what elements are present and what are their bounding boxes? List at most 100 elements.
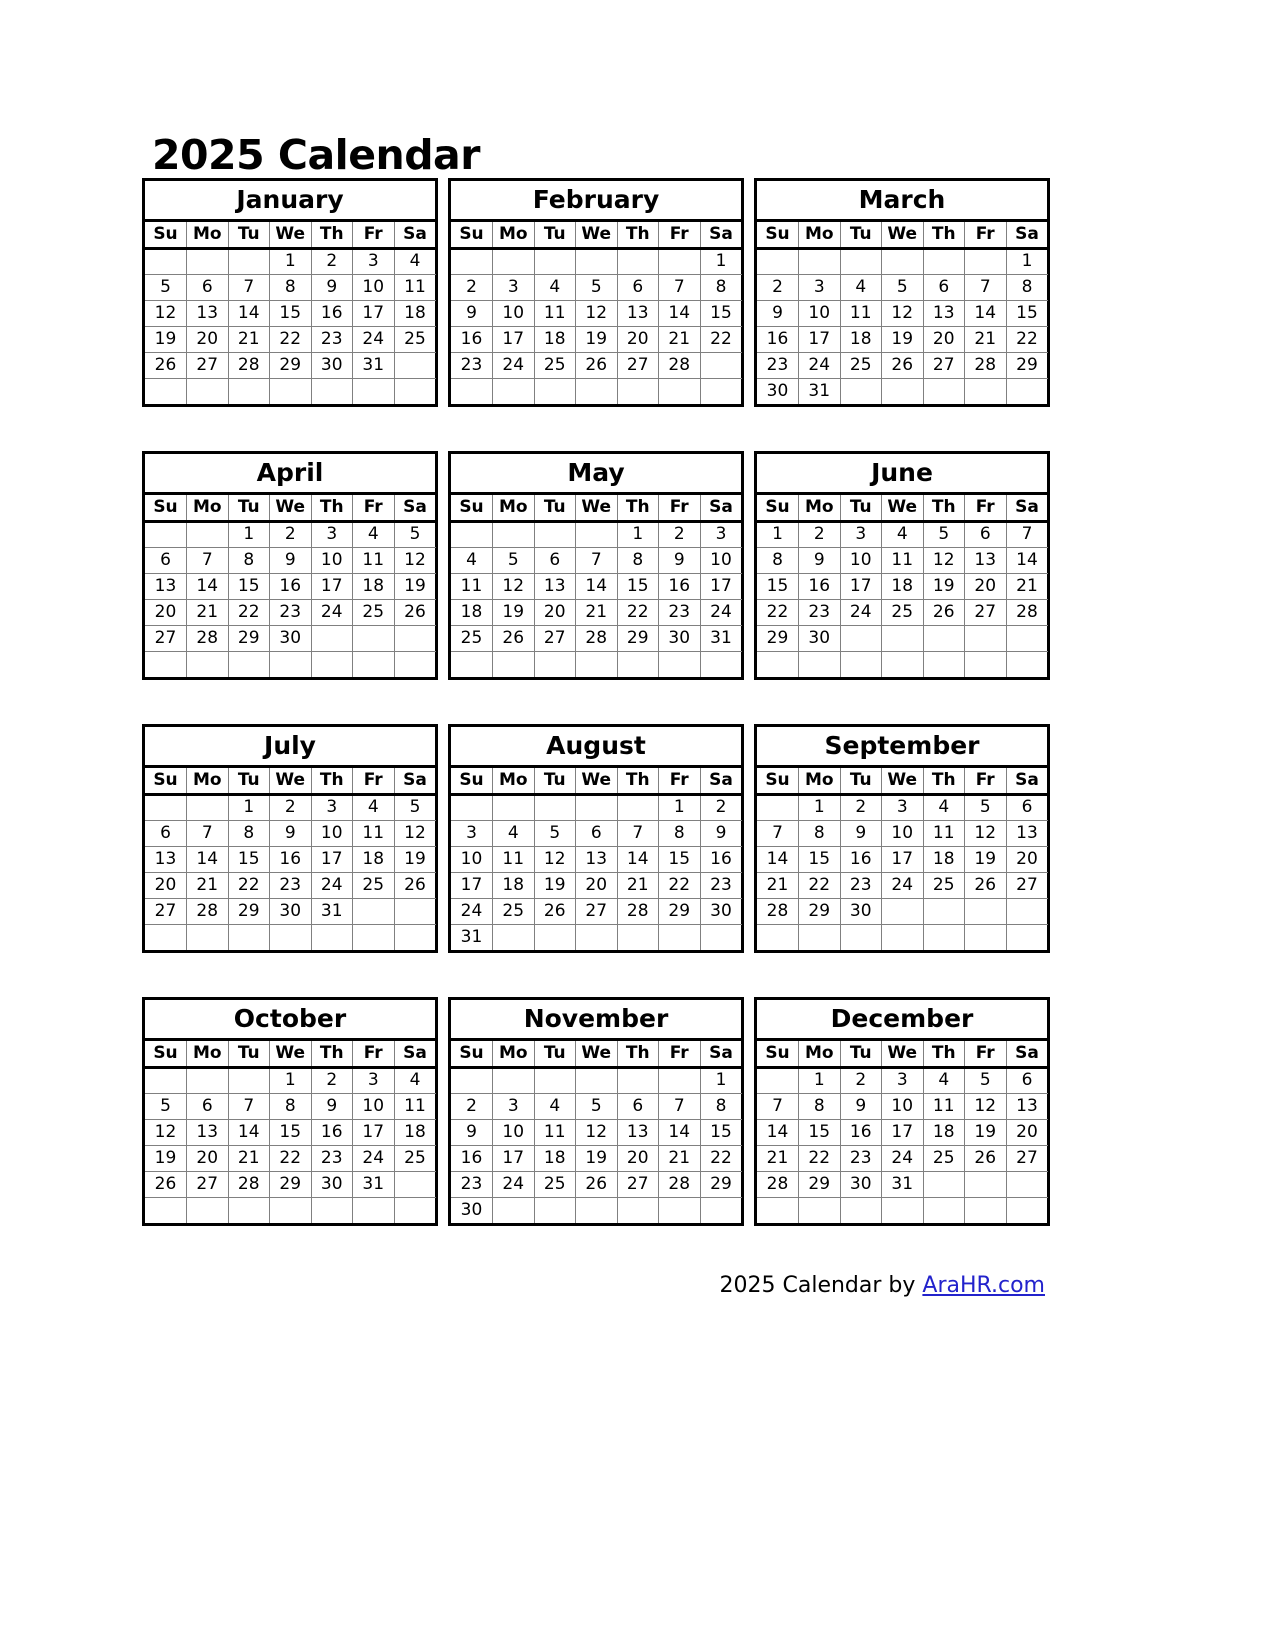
day-cell[interactable]: 22 xyxy=(757,598,799,626)
day-cell[interactable]: 13 xyxy=(1005,819,1048,847)
day-cell[interactable]: 18 xyxy=(492,871,535,899)
day-cell[interactable]: 8 xyxy=(227,546,270,574)
day-cell[interactable]: 18 xyxy=(839,325,882,353)
day-cell[interactable]: 14 xyxy=(186,845,229,873)
day-cell[interactable]: 17 xyxy=(492,1144,535,1172)
day-cell[interactable]: 15 xyxy=(757,572,799,600)
day-cell[interactable]: 17 xyxy=(881,845,924,873)
day-cell[interactable]: 21 xyxy=(757,871,799,899)
day-cell[interactable]: 13 xyxy=(1005,1092,1048,1120)
day-cell[interactable]: 3 xyxy=(310,793,353,821)
day-cell[interactable]: 12 xyxy=(533,845,576,873)
day-cell[interactable]: 24 xyxy=(310,871,353,899)
day-cell[interactable]: 17 xyxy=(310,572,353,600)
day-cell[interactable]: 31 xyxy=(352,351,395,379)
day-cell[interactable]: 21 xyxy=(757,1144,799,1172)
day-cell[interactable]: 2 xyxy=(310,247,353,275)
day-cell[interactable]: 5 xyxy=(492,546,535,574)
arahr-link[interactable]: AraHR.com xyxy=(922,1273,1045,1298)
day-cell[interactable]: 19 xyxy=(145,1144,187,1172)
day-cell[interactable]: 15 xyxy=(699,299,742,327)
day-cell[interactable]: 5 xyxy=(881,273,924,301)
day-cell[interactable]: 11 xyxy=(922,819,965,847)
day-cell[interactable]: 10 xyxy=(699,546,742,574)
day-cell[interactable]: 31 xyxy=(451,923,493,950)
day-cell[interactable]: 27 xyxy=(145,624,187,652)
day-cell[interactable]: 14 xyxy=(616,845,659,873)
day-cell[interactable]: 1 xyxy=(269,247,312,275)
day-cell[interactable]: 17 xyxy=(352,1118,395,1146)
day-cell[interactable]: 4 xyxy=(451,546,493,574)
day-cell[interactable]: 2 xyxy=(451,273,493,301)
day-cell[interactable]: 4 xyxy=(533,1092,576,1120)
day-cell[interactable]: 19 xyxy=(964,845,1007,873)
day-cell[interactable]: 29 xyxy=(227,624,270,652)
day-cell[interactable]: 20 xyxy=(186,1144,229,1172)
day-cell[interactable]: 10 xyxy=(352,273,395,301)
day-cell[interactable]: 16 xyxy=(269,845,312,873)
day-cell[interactable]: 18 xyxy=(881,572,924,600)
day-cell[interactable]: 30 xyxy=(451,1196,493,1223)
day-cell[interactable]: 14 xyxy=(227,1118,270,1146)
day-cell[interactable]: 28 xyxy=(186,624,229,652)
day-cell[interactable]: 20 xyxy=(616,325,659,353)
day-cell[interactable]: 18 xyxy=(393,1118,436,1146)
day-cell[interactable]: 17 xyxy=(881,1118,924,1146)
day-cell[interactable]: 31 xyxy=(310,897,353,925)
day-cell[interactable]: 27 xyxy=(575,897,618,925)
day-cell[interactable]: 1 xyxy=(227,793,270,821)
day-cell[interactable]: 9 xyxy=(839,1092,882,1120)
day-cell[interactable]: 19 xyxy=(145,325,187,353)
day-cell[interactable]: 9 xyxy=(269,819,312,847)
day-cell[interactable]: 25 xyxy=(922,871,965,899)
day-cell[interactable]: 3 xyxy=(839,520,882,548)
day-cell[interactable]: 23 xyxy=(699,871,742,899)
day-cell[interactable]: 26 xyxy=(575,1170,618,1198)
day-cell[interactable]: 28 xyxy=(616,897,659,925)
day-cell[interactable]: 1 xyxy=(757,520,799,548)
day-cell[interactable]: 26 xyxy=(964,1144,1007,1172)
day-cell[interactable]: 7 xyxy=(658,1092,701,1120)
day-cell[interactable]: 23 xyxy=(839,1144,882,1172)
day-cell[interactable]: 20 xyxy=(922,325,965,353)
day-cell[interactable]: 16 xyxy=(798,572,841,600)
day-cell[interactable]: 8 xyxy=(658,819,701,847)
day-cell[interactable]: 13 xyxy=(575,845,618,873)
day-cell[interactable]: 14 xyxy=(757,1118,799,1146)
day-cell[interactable]: 11 xyxy=(922,1092,965,1120)
day-cell[interactable]: 6 xyxy=(186,273,229,301)
day-cell[interactable]: 30 xyxy=(839,897,882,925)
day-cell[interactable]: 26 xyxy=(964,871,1007,899)
day-cell[interactable]: 28 xyxy=(757,897,799,925)
day-cell[interactable]: 26 xyxy=(393,871,436,899)
day-cell[interactable]: 23 xyxy=(451,351,493,379)
day-cell[interactable]: 29 xyxy=(699,1170,742,1198)
day-cell[interactable]: 14 xyxy=(658,1118,701,1146)
day-cell[interactable]: 9 xyxy=(310,1092,353,1120)
day-cell[interactable]: 13 xyxy=(145,572,187,600)
day-cell[interactable]: 11 xyxy=(839,299,882,327)
day-cell[interactable]: 4 xyxy=(492,819,535,847)
day-cell[interactable]: 11 xyxy=(533,1118,576,1146)
day-cell[interactable]: 19 xyxy=(881,325,924,353)
day-cell[interactable]: 27 xyxy=(1005,871,1048,899)
day-cell[interactable]: 30 xyxy=(839,1170,882,1198)
day-cell[interactable]: 7 xyxy=(1005,520,1048,548)
day-cell[interactable]: 2 xyxy=(451,1092,493,1120)
day-cell[interactable]: 22 xyxy=(227,598,270,626)
day-cell[interactable]: 23 xyxy=(451,1170,493,1198)
day-cell[interactable]: 6 xyxy=(616,273,659,301)
day-cell[interactable]: 16 xyxy=(839,845,882,873)
day-cell[interactable]: 18 xyxy=(533,1144,576,1172)
day-cell[interactable]: 20 xyxy=(145,598,187,626)
day-cell[interactable]: 4 xyxy=(533,273,576,301)
day-cell[interactable]: 18 xyxy=(352,845,395,873)
day-cell[interactable]: 12 xyxy=(881,299,924,327)
day-cell[interactable]: 27 xyxy=(533,624,576,652)
day-cell[interactable]: 26 xyxy=(922,598,965,626)
day-cell[interactable]: 2 xyxy=(269,520,312,548)
day-cell[interactable]: 30 xyxy=(310,351,353,379)
day-cell[interactable]: 15 xyxy=(1005,299,1048,327)
day-cell[interactable]: 28 xyxy=(964,351,1007,379)
day-cell[interactable]: 21 xyxy=(658,1144,701,1172)
